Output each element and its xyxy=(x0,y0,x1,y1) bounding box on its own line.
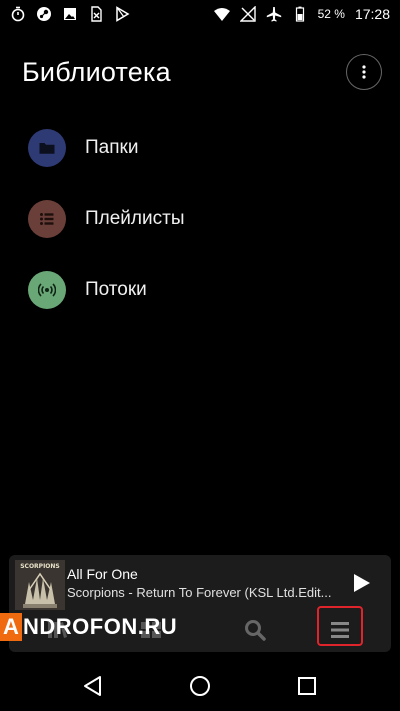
menu-highlight-frame xyxy=(317,606,363,646)
library-item-playlists[interactable]: Плейлисты xyxy=(0,183,400,254)
image-icon xyxy=(62,6,78,22)
home-button[interactable] xyxy=(185,671,215,701)
steam-icon xyxy=(36,6,52,22)
library-item-label: Папки xyxy=(85,136,139,158)
track-title: All For One xyxy=(67,566,138,582)
wifi-icon xyxy=(213,6,230,22)
recents-button[interactable] xyxy=(292,671,322,701)
airplane-icon xyxy=(266,6,282,22)
play-button[interactable] xyxy=(349,571,373,595)
search-icon xyxy=(245,620,266,641)
screen: 52 % 17:28 Библиотека Папки Плейлисты По… xyxy=(0,0,400,711)
back-button[interactable] xyxy=(78,671,108,701)
library-item-streams[interactable]: Потоки xyxy=(0,254,400,325)
status-left xyxy=(10,6,130,22)
battery-percent: 52 % xyxy=(317,7,345,21)
play-store-icon xyxy=(114,6,130,22)
library-list: Папки Плейлисты Потоки xyxy=(0,112,400,325)
watermark-text: NDROFON.RU xyxy=(23,614,178,639)
back-icon xyxy=(84,675,102,696)
more-vert-icon xyxy=(362,65,366,79)
battery-icon xyxy=(292,6,308,22)
library-item-label: Потоки xyxy=(85,278,147,300)
album-art[interactable]: SCORPIONS xyxy=(15,560,65,610)
watermark: A NDROFON.RU xyxy=(0,612,177,642)
stream-icon xyxy=(28,270,66,309)
nav-search-button[interactable] xyxy=(239,615,271,645)
album-art-text: SCORPIONS xyxy=(20,563,60,570)
recents-icon xyxy=(297,676,316,695)
list-icon xyxy=(28,199,66,238)
android-nav-bar xyxy=(0,660,400,711)
header: Библиотека xyxy=(22,48,382,96)
more-options-button[interactable] xyxy=(346,54,382,90)
watermark-letter: A xyxy=(0,613,22,641)
clock: 17:28 xyxy=(354,6,390,22)
folder-icon xyxy=(28,128,66,167)
timer-icon xyxy=(10,6,26,22)
no-signal-icon xyxy=(239,6,256,22)
library-item-folders[interactable]: Папки xyxy=(0,112,400,183)
sim-icon xyxy=(88,6,104,22)
page-title: Библиотека xyxy=(22,56,171,87)
home-icon xyxy=(189,675,210,696)
status-bar: 52 % 17:28 xyxy=(0,0,400,28)
play-icon xyxy=(354,574,370,592)
track-subtitle: Scorpions - Return To Forever (KSL Ltd.E… xyxy=(67,585,332,600)
status-right: 52 % 17:28 xyxy=(213,6,390,22)
library-item-label: Плейлисты xyxy=(85,207,185,229)
